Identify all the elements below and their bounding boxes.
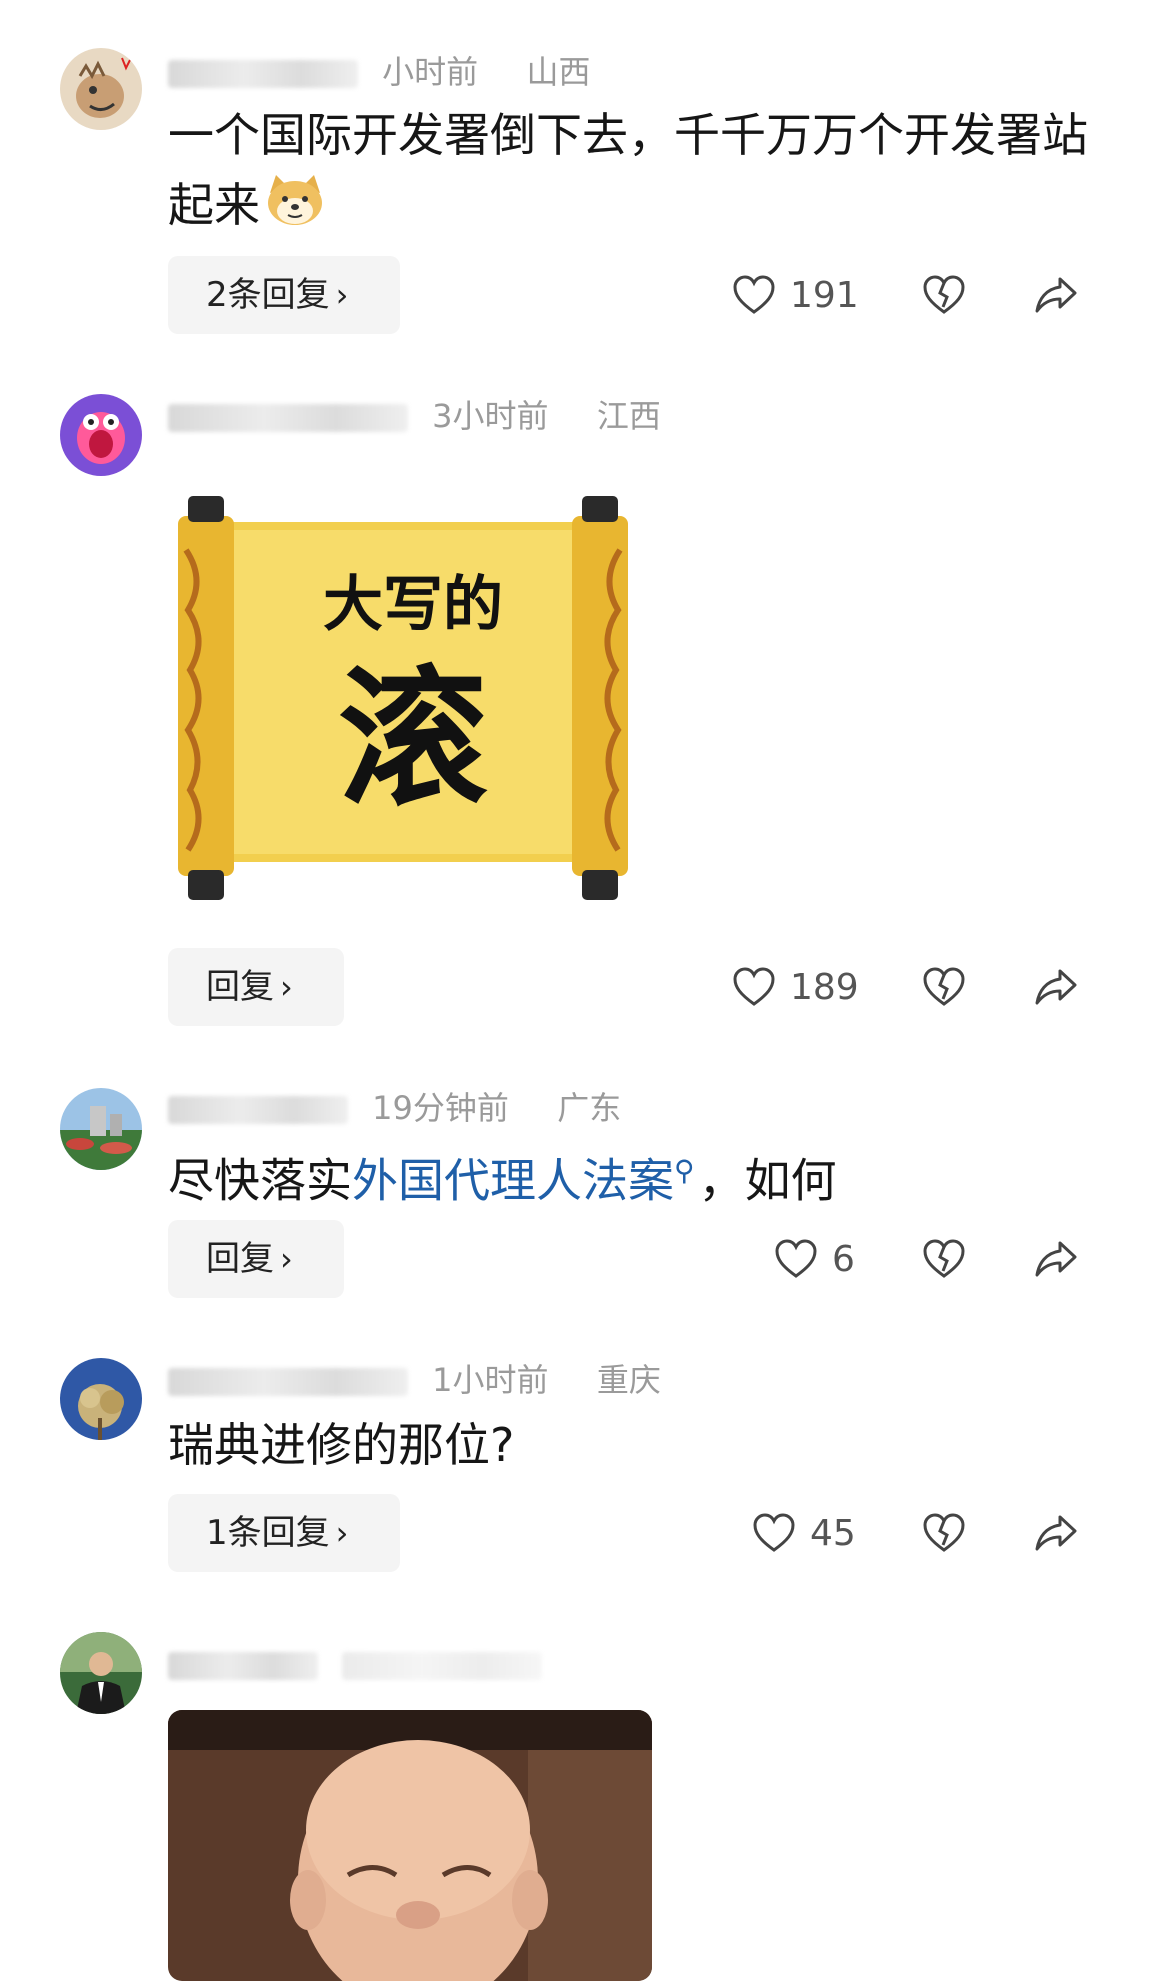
avatar[interactable] [60,394,142,476]
broken-heart-icon [922,1239,966,1279]
username-blurred[interactable] [168,1368,408,1396]
dislike-button[interactable] [922,256,966,334]
comment-location: 山西 [526,53,591,91]
share-arrow-icon [1034,967,1078,1007]
like-button[interactable]: 45 [752,1494,856,1572]
like-button[interactable]: 6 [774,1220,855,1298]
sticker-caption-large: 滚 [337,653,488,827]
share-button[interactable] [1034,256,1078,334]
comment-time: 1小时前 [432,1361,549,1399]
comment-location: 重庆 [596,1361,661,1399]
search-icon[interactable]: ⚲ [674,1154,695,1187]
comment-text: 一个国际开发署倒下去，千千万万个开发署站起来 [168,108,1088,232]
comment-text: 瑞典进修的那位? [168,1418,515,1472]
comment-meta [168,1642,556,1686]
sticker-image[interactable]: 大写的 滚 [168,490,658,910]
broken-heart-icon [922,967,966,1007]
share-arrow-icon [1034,1239,1078,1279]
like-button[interactable]: 189 [732,948,859,1026]
avatar[interactable] [60,1632,142,1714]
share-button[interactable] [1034,948,1078,1026]
broken-heart-icon [922,1513,966,1553]
reply-button[interactable]: 2条回复 › [168,256,400,334]
username-blurred[interactable] [168,1652,318,1680]
chevron-right-icon: › [335,1514,349,1552]
broken-heart-icon [922,275,966,315]
reply-button[interactable]: 1条回复 › [168,1494,400,1572]
sticker-caption-small: 大写的 [323,570,503,640]
share-button[interactable] [1034,1494,1078,1572]
username-blurred[interactable] [168,404,408,432]
doge-emoji-icon [264,173,326,227]
reply-button[interactable]: 回复 › [168,1220,344,1298]
like-count: 45 [810,1512,856,1554]
dislike-button[interactable] [922,1220,966,1298]
dislike-button[interactable] [922,948,966,1026]
like-button[interactable]: 191 [732,256,859,334]
share-arrow-icon [1034,275,1078,315]
comment-meta: 3小时前 江西 [168,394,661,438]
username-blurred[interactable] [168,60,358,88]
comment-meta: 小时前 山西 [168,50,591,94]
chevron-right-icon: › [280,968,293,1006]
chevron-right-icon: › [280,1240,293,1278]
like-count: 189 [790,966,859,1008]
heart-outline-icon [774,1239,818,1279]
comment-photo[interactable] [168,1710,652,1981]
comment-text: 尽快落实外国代理人法案⚲，如何 [168,1153,837,1208]
username-blurred[interactable] [168,1096,348,1124]
avatar[interactable] [60,1358,142,1440]
heart-outline-icon [732,967,776,1007]
like-count: 191 [790,274,859,316]
share-arrow-icon [1034,1513,1078,1553]
avatar[interactable] [60,48,142,130]
username-suffix-blurred [342,1652,543,1680]
comment-item: 小时前 山西 一个国际开发署倒下去，千千万万个开发署站起来 2条回复 › 191 [0,0,1152,334]
reply-button[interactable]: 回复 › [168,948,344,1026]
comment-time: 小时前 [382,53,479,91]
comment-time: 19分钟前 [372,1089,509,1127]
like-count: 6 [832,1238,855,1280]
heart-outline-icon [752,1513,796,1553]
chevron-right-icon: › [335,276,349,314]
search-link[interactable]: 外国代理人法案 [352,1153,674,1207]
comment-meta: 1小时前 重庆 [168,1358,661,1402]
avatar[interactable] [60,1088,142,1170]
comment-location: 广东 [557,1089,622,1127]
comment-meta: 19分钟前 广东 [168,1086,621,1130]
comment-time: 3小时前 [432,397,549,435]
dislike-button[interactable] [922,1494,966,1572]
share-button[interactable] [1034,1220,1078,1298]
comment-location: 江西 [596,397,661,435]
heart-outline-icon [732,275,776,315]
